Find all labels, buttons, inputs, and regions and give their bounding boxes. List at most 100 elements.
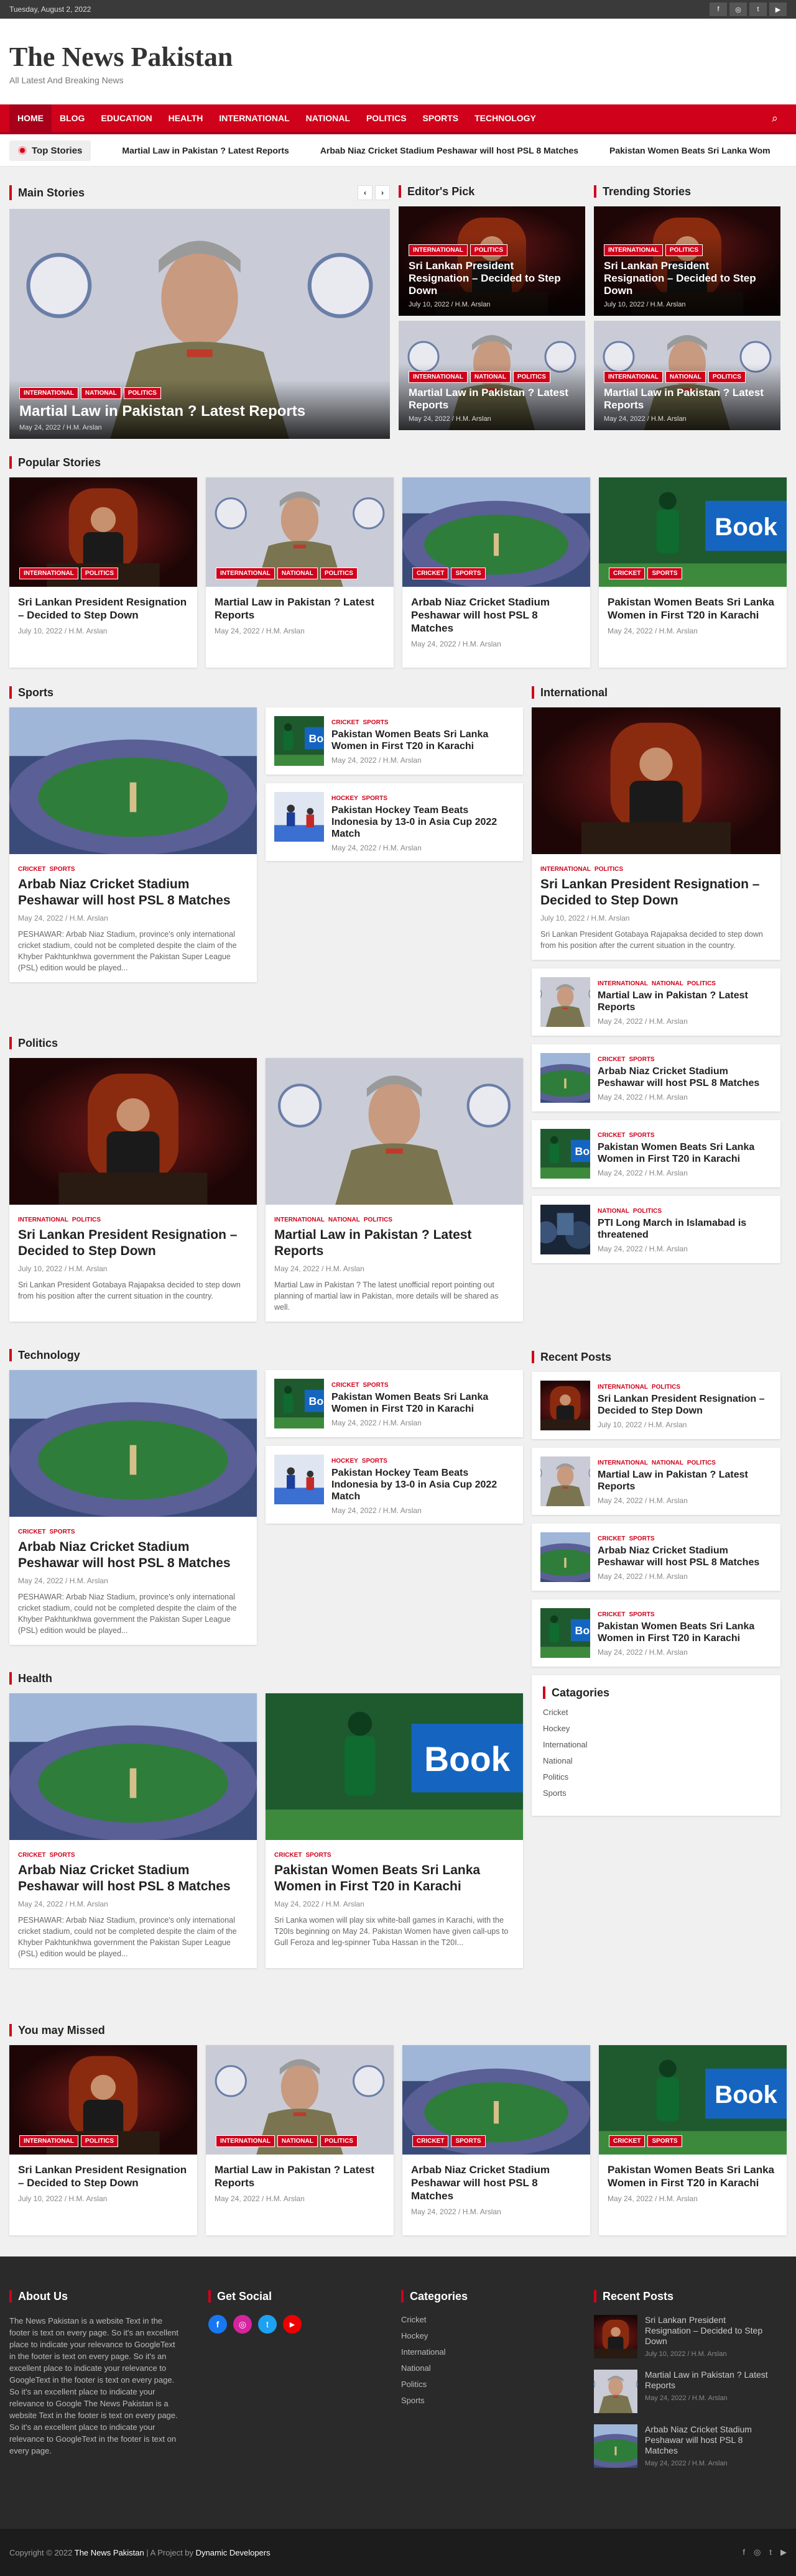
ticker-item[interactable]: Pakistan Women Beats Sri Lanka Wom (609, 145, 771, 155)
nav-item-education[interactable]: EDUCATION (93, 104, 160, 132)
category-tag[interactable]: Sports (362, 1458, 387, 1465)
politics-card[interactable]: International Politics Sri Lankan Presiden… (9, 1058, 257, 1322)
prev-arrow-icon[interactable]: ‹ (358, 185, 373, 200)
main-story-image[interactable]: International National Politics Martial Law… (9, 209, 390, 439)
category-tag[interactable]: Cricket (18, 1852, 45, 1859)
category-tag[interactable]: Cricket (331, 719, 359, 726)
instagram-icon[interactable]: ◎ (233, 2315, 252, 2334)
category-tag[interactable]: Politics (687, 980, 716, 987)
category-tag[interactable]: International (598, 1384, 648, 1391)
footer-recent-item[interactable]: Martial Law in Pakistan ? Latest Reports… (594, 2370, 768, 2413)
category-link[interactable]: Sports (401, 2396, 569, 2405)
category-link[interactable]: Politics (543, 1772, 769, 1782)
category-tag[interactable]: National (277, 568, 318, 579)
facebook-icon[interactable]: f (743, 2547, 745, 2557)
ticker-item[interactable]: Arbab Niaz Cricket Stadium Peshawar will… (320, 145, 578, 155)
twitter-icon[interactable]: t (258, 2315, 277, 2334)
nav-item-national[interactable]: NATIONAL (298, 104, 358, 132)
category-tag[interactable]: National (652, 1460, 683, 1466)
category-link[interactable]: International (401, 2347, 569, 2357)
story-card[interactable]: International National Politics Martial Law… (206, 2045, 394, 2235)
instagram-icon[interactable]: ◎ (729, 2, 747, 16)
category-tag[interactable]: Politics (80, 568, 119, 579)
category-tag[interactable]: Sports (49, 1529, 75, 1535)
story-card[interactable]: Cricket Sports Arbab Niaz Cricket Stadium … (402, 2045, 590, 2235)
category-tag[interactable]: Cricket (598, 1611, 625, 1618)
nav-item-health[interactable]: HEALTH (160, 104, 211, 132)
story-card[interactable]: Cricket Sports Arbab Niaz Cricket Stadium … (402, 477, 590, 668)
story-title[interactable]: Pakistan Women Beats Sri Lanka Women in … (608, 2163, 778, 2189)
story-title[interactable]: Sri Lankan President Resignation – Decid… (18, 596, 188, 622)
category-tag[interactable]: Sports (362, 795, 387, 802)
footer-recent-item[interactable]: Arbab Niaz Cricket Stadium Peshawar will… (594, 2424, 768, 2468)
nav-item-politics[interactable]: POLITICS (358, 104, 415, 132)
mini-story[interactable]: BookCricketSportsPakistan Women Beats Sr… (266, 707, 523, 775)
category-tag[interactable]: Hockey (331, 1458, 358, 1465)
category-tag[interactable]: Politics (470, 244, 508, 256)
international-lead-card[interactable]: International Politics Sri Lankan Presiden… (532, 707, 780, 960)
category-link[interactable]: Hockey (543, 1724, 769, 1733)
category-tag[interactable]: International (19, 387, 78, 399)
category-tag[interactable]: Cricket (274, 1852, 302, 1859)
category-link[interactable]: Cricket (401, 2315, 569, 2324)
category-tag[interactable]: National (470, 371, 511, 383)
category-link[interactable]: Hockey (401, 2331, 569, 2340)
category-tag[interactable]: Politics (364, 1217, 392, 1223)
category-tag[interactable]: Cricket (331, 1382, 359, 1389)
story-title[interactable]: Martial Law in Pakistan ? Latest Reports (215, 596, 385, 622)
category-tag[interactable]: National (277, 2135, 318, 2147)
story-title[interactable]: Arbab Niaz Cricket Stadium Peshawar will… (411, 2163, 581, 2202)
site-title[interactable]: The News Pakistan (9, 41, 787, 73)
category-link[interactable]: National (543, 1756, 769, 1765)
category-tag[interactable]: Cricket (609, 568, 646, 579)
category-tag[interactable]: Politics (320, 568, 358, 579)
mini-story[interactable]: Hockey Sports Pakistan Hockey Team Beats I… (266, 783, 523, 861)
category-tag[interactable]: International (216, 2135, 275, 2147)
category-tag[interactable]: International (19, 2135, 78, 2147)
nav-item-international[interactable]: INTERNATIONAL (211, 104, 297, 132)
nav-item-technology[interactable]: TECHNOLOGY (466, 104, 544, 132)
story-title[interactable]: Pakistan Women Beats Sri Lanka Women in … (608, 596, 778, 622)
category-tag[interactable]: International (19, 568, 78, 579)
category-tag[interactable]: National (665, 371, 706, 383)
category-tag[interactable]: National (328, 1217, 360, 1223)
mini-story[interactable]: International National Politics Martial Law… (532, 1448, 780, 1515)
editors-pick-card[interactable]: International National Politics Martial Law… (399, 321, 585, 430)
category-tag[interactable]: Hockey (331, 795, 358, 802)
category-tag[interactable]: Sports (451, 568, 486, 579)
category-tag[interactable]: Cricket (598, 1535, 625, 1542)
politics-card[interactable]: International National Politics Martial Law… (266, 1058, 523, 1322)
category-tag[interactable]: International (540, 866, 591, 873)
mini-story[interactable]: BookCricketSportsPakistan Women Beats Sr… (532, 1599, 780, 1667)
story-card[interactable]: International Politics Sri Lankan Presiden… (9, 2045, 197, 2235)
story-card[interactable]: International National Politics Martial Law… (206, 477, 394, 668)
trending-card[interactable]: International National Politics Martial Law… (594, 321, 780, 430)
category-tag[interactable]: International (274, 1217, 325, 1223)
category-tag[interactable]: Sports (49, 866, 75, 873)
trending-card[interactable]: International Politics Sri Lankan Presiden… (594, 206, 780, 316)
category-tag[interactable]: International (604, 244, 663, 256)
category-link[interactable]: National (401, 2363, 569, 2373)
category-link[interactable]: Sports (543, 1788, 769, 1798)
category-link[interactable]: International (543, 1740, 769, 1749)
category-tag[interactable]: International (216, 568, 275, 579)
category-tag[interactable]: Sports (647, 568, 682, 579)
category-tag[interactable]: Sports (305, 1852, 331, 1859)
nav-item-home[interactable]: HOME (9, 104, 52, 132)
story-title[interactable]: Arbab Niaz Cricket Stadium Peshawar will… (411, 596, 581, 635)
category-tag[interactable]: Sports (363, 719, 388, 726)
search-icon[interactable]: ⌕ (763, 112, 787, 125)
instagram-icon[interactable]: ◎ (754, 2547, 761, 2557)
category-tag[interactable]: International (409, 371, 468, 383)
category-tag[interactable]: Cricket (18, 866, 45, 873)
category-tag[interactable]: Politics (665, 244, 703, 256)
category-tag[interactable]: Cricket (412, 2135, 449, 2147)
category-tag[interactable]: Sports (629, 1611, 654, 1618)
category-link[interactable]: Politics (401, 2380, 569, 2389)
story-title[interactable]: Martial Law in Pakistan ? Latest Reports (215, 2163, 385, 2189)
category-tag[interactable]: Cricket (18, 1529, 45, 1535)
category-tag[interactable]: Politics (652, 1384, 680, 1391)
category-tag[interactable]: Politics (708, 371, 746, 383)
youtube-icon[interactable]: ▶ (769, 2, 787, 16)
mini-story[interactable]: International National Politics Martial Law… (532, 968, 780, 1036)
